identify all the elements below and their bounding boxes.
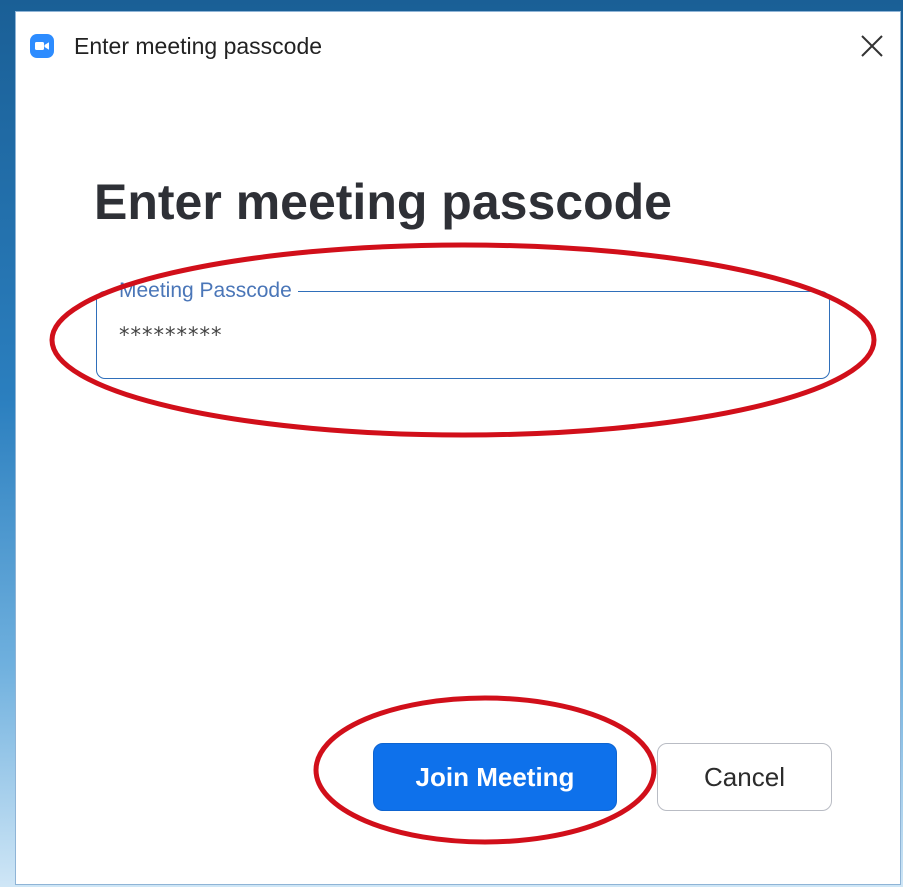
passcode-value: *********: [119, 323, 223, 347]
join-meeting-button[interactable]: Join Meeting: [373, 743, 617, 811]
close-button[interactable]: [852, 26, 892, 66]
zoom-camera-icon: [30, 34, 54, 58]
window-title: Enter meeting passcode: [74, 33, 323, 59]
close-icon: [861, 35, 883, 57]
dialog-heading: Enter meeting passcode: [94, 174, 672, 230]
cancel-button[interactable]: Cancel: [657, 743, 832, 811]
passcode-input[interactable]: Meeting Passcode *********: [96, 278, 830, 379]
title-bar: Enter meeting passcode: [16, 12, 900, 76]
passcode-field-label: Meeting Passcode: [115, 278, 298, 304]
passcode-dialog-window: Enter meeting passcode Enter meeting pas…: [16, 12, 900, 884]
